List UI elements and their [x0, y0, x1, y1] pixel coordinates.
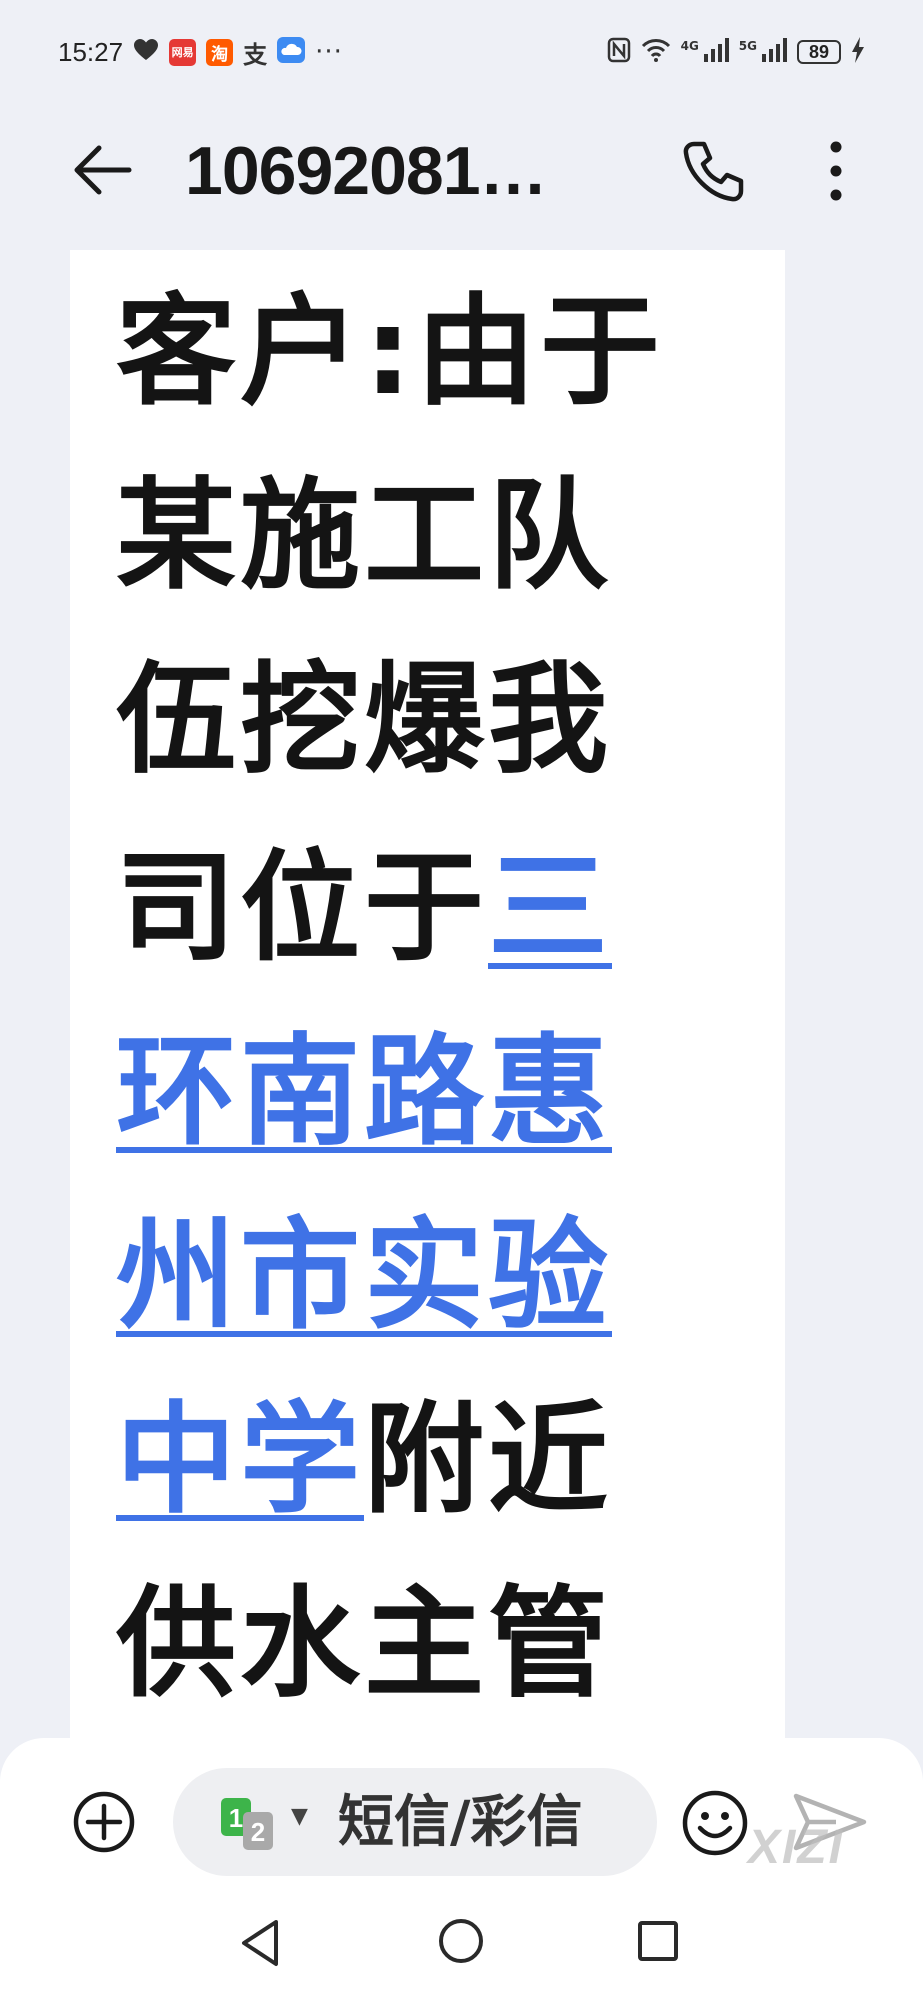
address-link[interactable]: 三	[488, 839, 612, 978]
status-left: 15:27 网易 淘 支 ···	[58, 35, 343, 70]
phone-icon	[683, 141, 744, 202]
nav-back-button[interactable]	[238, 1918, 288, 1972]
status-right: 4G 5G 89	[607, 37, 865, 67]
call-button[interactable]	[675, 136, 751, 206]
address-link[interactable]: 中学	[116, 1391, 364, 1530]
heart-icon	[133, 38, 159, 66]
svg-text:1: 1	[229, 1803, 243, 1833]
message-text: 附近	[364, 1391, 612, 1530]
address-link[interactable]: 州市实验	[116, 1207, 612, 1346]
svg-text:2: 2	[251, 1817, 265, 1847]
address-link[interactable]: 环南路惠	[116, 1023, 612, 1162]
message-line: 中学附近	[116, 1396, 612, 1536]
battery-level: 89	[797, 40, 841, 64]
alipay-icon: 支	[243, 40, 268, 69]
message-text: 伍挖爆我	[116, 651, 612, 790]
status-bar: 15:27 网易 淘 支 ··· 4G 5G 89	[0, 0, 923, 104]
back-arrow-icon	[74, 145, 132, 195]
message-text: 客户:由于	[116, 283, 664, 422]
add-attachment-button[interactable]	[72, 1790, 136, 1854]
message-text: 供水主管	[116, 1575, 612, 1714]
nfc-icon	[607, 37, 631, 67]
dual-sim-icon[interactable]: 12	[221, 1796, 279, 1850]
message-line: 司位于三	[116, 844, 612, 984]
message-input-pill[interactable]: 12 ▼	[173, 1768, 657, 1876]
contact-title[interactable]: 10692081…	[185, 132, 548, 210]
nav-recent-button[interactable]	[636, 1919, 680, 1963]
message-line: 伍挖爆我	[116, 656, 612, 796]
message-line: 客户:由于	[116, 288, 664, 428]
network-type-1: 4G	[680, 39, 699, 53]
message-line: 供水主管	[116, 1580, 612, 1720]
message-line: 环南路惠	[116, 1028, 612, 1168]
more-button[interactable]	[808, 136, 864, 206]
watermark: XIZI	[748, 1821, 845, 1874]
signal-icon	[703, 38, 729, 66]
wifi-icon	[641, 38, 671, 66]
message-line: 某施工队	[116, 472, 612, 612]
netease-app-icon: 网易	[169, 38, 197, 66]
emoji-icon	[682, 1790, 748, 1856]
nav-home-icon	[439, 1919, 483, 1963]
message-line: 州市实验	[116, 1212, 612, 1352]
composer-bar: 12 ▼ XIZI	[0, 1738, 923, 2000]
nav-home-button[interactable]	[436, 1916, 486, 1966]
add-circle-icon	[73, 1791, 135, 1853]
message-bubble[interactable]: 客户:由于 某施工队 伍挖爆我 司位于三 环南路惠 州市实验 中学附近 供水主管	[70, 250, 785, 1760]
charging-icon	[851, 37, 865, 67]
signal-icon-2	[761, 38, 787, 66]
status-time: 15:27	[58, 36, 124, 67]
message-input[interactable]	[338, 1786, 638, 1858]
back-button[interactable]	[70, 142, 134, 198]
more-vertical-icon	[830, 141, 842, 201]
sim-dropdown-caret-icon[interactable]: ▼	[291, 1804, 308, 1829]
cloud-app-icon	[277, 37, 306, 67]
network-type-2: 5G	[738, 39, 757, 53]
nav-recent-icon	[638, 1921, 678, 1961]
emoji-button[interactable]	[680, 1788, 750, 1858]
nav-back-icon	[242, 1920, 278, 1966]
message-text: 某施工队	[116, 467, 612, 606]
taobao-app-icon: 淘	[206, 38, 234, 66]
message-text: 司位于	[116, 839, 488, 978]
more-notifications: ···	[315, 37, 343, 67]
conversation-header: 10692081…	[0, 120, 923, 220]
